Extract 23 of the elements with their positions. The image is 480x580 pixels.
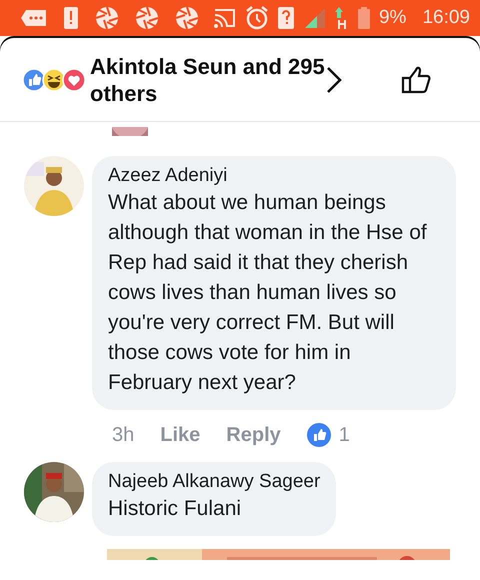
reactions-summary[interactable]: Akintola Seun and 295 others [90, 52, 325, 106]
comment-text: Historic Fulani [108, 496, 242, 522]
unknown-sim-icon [276, 6, 295, 30]
comment-author[interactable]: Najeeb Alkanawy Sageer [108, 470, 320, 494]
battery-icon [356, 6, 371, 30]
cast-icon [212, 7, 237, 29]
clock: 16:09 [422, 6, 470, 30]
alarm-icon [244, 6, 269, 30]
heart-reaction-icon [62, 68, 86, 92]
aperture-icon [135, 6, 159, 30]
comment-text: What about we human beings although that woman in the Hse of Rep had said it that they cherish cows lives than human lives so you're very correct FM. But will those cows vote for him in February next year? [108, 190, 428, 396]
comment-author[interactable]: Azeez Adeniyi [108, 164, 440, 188]
like-reaction-icon [306, 423, 331, 447]
comment-time: 3h [112, 423, 134, 448]
reaction-count: 1 [338, 423, 350, 448]
chevron-right-icon[interactable] [325, 66, 343, 94]
aperture-icon [175, 6, 199, 30]
aperture-icon [95, 6, 119, 30]
alert-battery-icon [63, 6, 79, 30]
network-type-icon [332, 6, 349, 30]
message-icon [20, 8, 47, 28]
battery-level: 9% [378, 6, 406, 30]
signal-icon [302, 6, 325, 30]
